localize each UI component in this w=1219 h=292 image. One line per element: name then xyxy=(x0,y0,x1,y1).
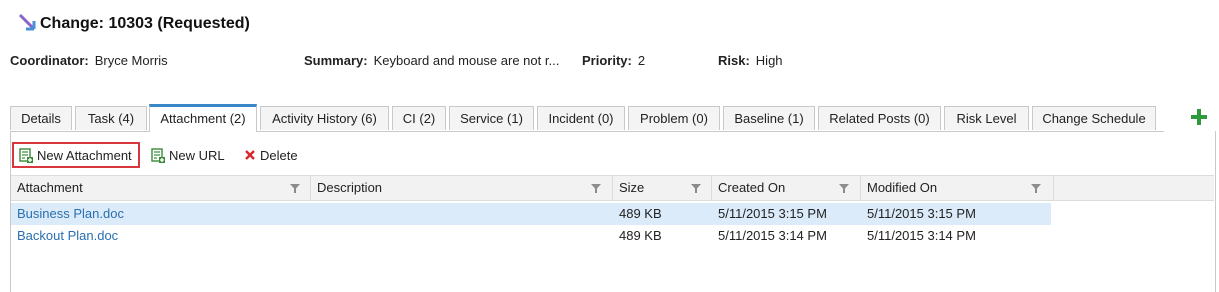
new-attachment-button[interactable]: New Attachment xyxy=(12,142,140,168)
created-cell: 5/11/2015 3:14 PM xyxy=(718,228,827,243)
attachment-link[interactable]: Backout Plan.doc xyxy=(17,225,118,247)
risk-label: Risk: xyxy=(718,53,750,68)
coordinator-value: Bryce Morris xyxy=(94,53,168,68)
tab-risk-level[interactable]: Risk Level xyxy=(944,106,1029,130)
tab-baseline[interactable]: Baseline (1) xyxy=(723,106,815,130)
column-header-attachment[interactable]: Attachment xyxy=(11,176,311,200)
delete-button[interactable]: Delete xyxy=(244,142,298,168)
modified-cell: 5/11/2015 3:14 PM xyxy=(867,228,976,243)
summary-label: Summary: xyxy=(304,53,368,68)
risk-value: High xyxy=(755,53,783,68)
new-attachment-icon xyxy=(19,147,33,163)
tab-bar: Details Task (4) Attachment (2) Activity… xyxy=(10,104,1164,132)
modified-cell: 5/11/2015 3:15 PM xyxy=(867,206,976,221)
tab-attachment[interactable]: Attachment (2) xyxy=(149,104,257,132)
add-tab-icon[interactable] xyxy=(1190,108,1208,126)
new-url-icon xyxy=(151,147,165,163)
tab-ci[interactable]: CI (2) xyxy=(392,106,446,130)
column-header-created-on[interactable]: Created On xyxy=(712,176,861,200)
size-cell: 489 KB xyxy=(619,206,662,221)
priority-label: Priority: xyxy=(582,53,632,68)
filter-icon[interactable] xyxy=(290,184,300,193)
page-title: Change: 10303 (Requested) xyxy=(40,15,250,32)
delete-label: Delete xyxy=(260,147,298,163)
column-header-description[interactable]: Description xyxy=(311,176,613,200)
filter-icon[interactable] xyxy=(591,184,601,193)
tab-change-schedule[interactable]: Change Schedule xyxy=(1032,106,1156,130)
column-header-modified-on[interactable]: Modified On xyxy=(861,176,1054,200)
change-request-icon xyxy=(18,13,36,31)
filter-icon[interactable] xyxy=(1031,184,1041,193)
summary-field: Summary: Keyboard and mouse are not r... xyxy=(304,53,559,71)
tab-incident[interactable]: Incident (0) xyxy=(537,106,625,130)
coordinator-field: Coordinator: Bryce Morris xyxy=(10,53,168,71)
filter-icon[interactable] xyxy=(839,184,849,193)
tab-service[interactable]: Service (1) xyxy=(449,106,534,130)
new-attachment-label: New Attachment xyxy=(37,147,132,163)
risk-field: Risk: High xyxy=(718,53,783,71)
size-cell: 489 KB xyxy=(619,228,662,243)
priority-value: 2 xyxy=(637,53,646,68)
delete-icon xyxy=(245,150,255,160)
table-row[interactable]: Business Plan.doc 489 KB 5/11/2015 3:15 … xyxy=(11,203,1051,225)
filter-icon[interactable] xyxy=(691,184,701,193)
tab-details[interactable]: Details xyxy=(10,106,72,130)
tab-task[interactable]: Task (4) xyxy=(75,106,147,130)
new-url-button[interactable]: New URL xyxy=(151,142,225,168)
tab-problem[interactable]: Problem (0) xyxy=(628,106,720,130)
new-url-label: New URL xyxy=(169,147,225,163)
created-cell: 5/11/2015 3:15 PM xyxy=(718,206,827,221)
tab-activity-history[interactable]: Activity History (6) xyxy=(260,106,389,130)
priority-field: Priority: 2 xyxy=(582,53,645,71)
grid-header: Attachment Description Size Created On M… xyxy=(11,175,1214,201)
coordinator-label: Coordinator: xyxy=(10,53,89,68)
column-header-size[interactable]: Size xyxy=(613,176,712,200)
tab-related-posts[interactable]: Related Posts (0) xyxy=(818,106,941,130)
table-row[interactable]: Backout Plan.doc 489 KB 5/11/2015 3:14 P… xyxy=(11,225,1051,247)
summary-value: Keyboard and mouse are not r... xyxy=(373,53,560,68)
attachment-link[interactable]: Business Plan.doc xyxy=(17,203,124,225)
page-header: Change: 10303 (Requested) xyxy=(18,12,250,36)
